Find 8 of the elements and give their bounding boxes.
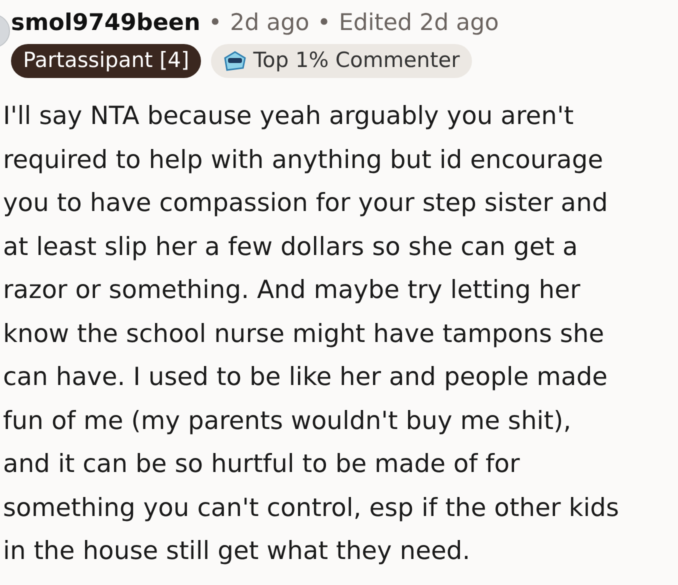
username[interactable]: smol9749been — [11, 6, 200, 40]
timestamp: 2d ago — [230, 9, 310, 38]
separator-dot: • — [208, 9, 222, 38]
user-flair: Partassipant [4] — [11, 44, 202, 78]
separator-dot: • — [317, 9, 331, 38]
achievement-badge: Top 1% Commenter — [211, 44, 472, 78]
comment-body: I'll say NTA because yeah arguably you aren't required to help with anything but id encourage you to have compassion for your step sister and at least slip her a few dollars so she can get a razor or something. And maybe try letting her know the school nurse might have tampons she can have. I used to be like her and people made fun of me (my parents wouldn't buy me shit), and it can be so hurtful to be made of for something you can't control, esp if the other kids in the house still get what they need. — [2, 100, 620, 567]
edited-label: Edited 2d ago — [338, 9, 499, 38]
